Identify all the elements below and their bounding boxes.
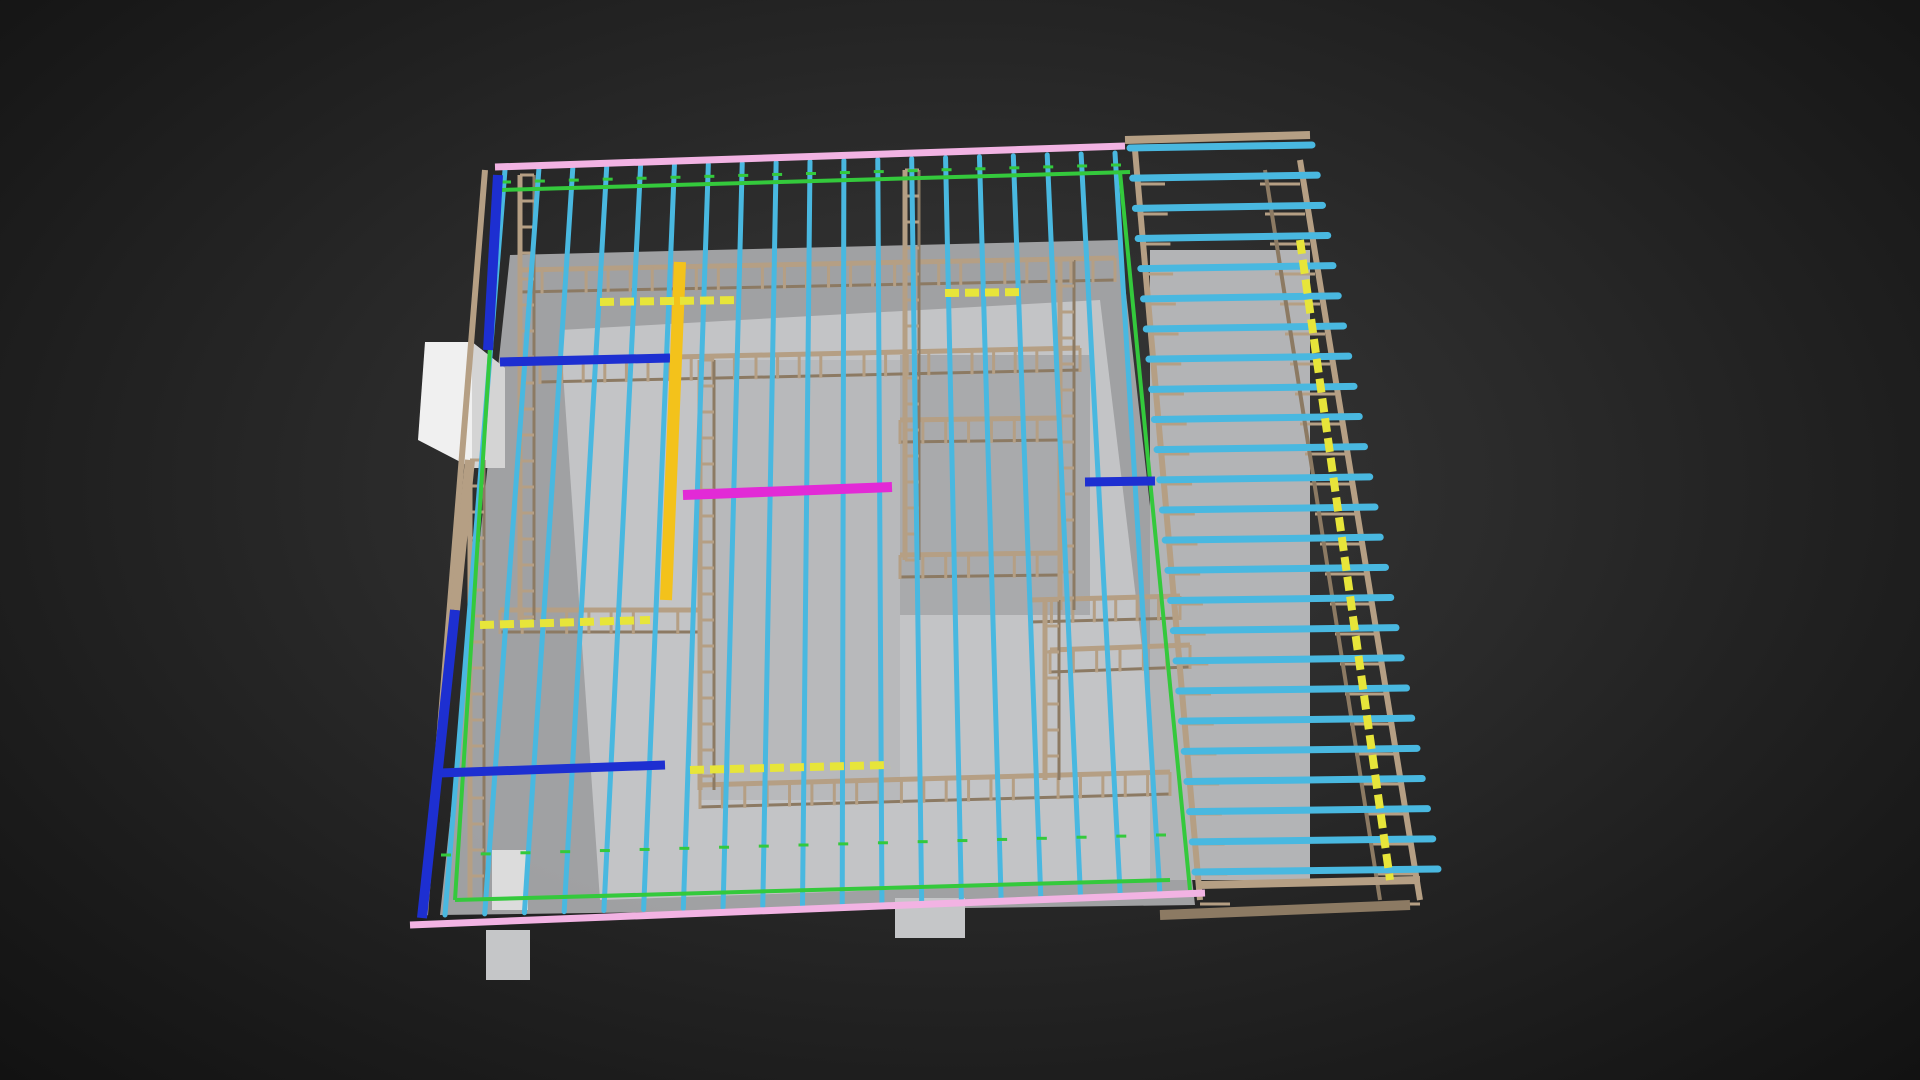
- right-bay-joist: [1140, 292, 1342, 303]
- right-bay-joist: [1188, 835, 1437, 846]
- right-bay-joist: [1156, 473, 1374, 484]
- right-bay-joist: [1167, 594, 1395, 604]
- blue-beam-center-right: [1084, 476, 1156, 487]
- right-bay-joist: [1169, 624, 1400, 635]
- right-bay-joist: [1183, 775, 1426, 785]
- blue-beam-header-upper: [499, 353, 671, 367]
- right-bay-joist: [1175, 684, 1410, 695]
- blue-beam-left-upper: [483, 174, 503, 351]
- right-bay-joist: [1134, 232, 1332, 242]
- concrete-pad-left-top: [492, 850, 528, 910]
- right-bay-joist: [1126, 141, 1316, 152]
- concrete-pad-left: [486, 930, 530, 980]
- yellow-blocking: [479, 616, 651, 629]
- right-bay-joist: [1161, 533, 1384, 544]
- right-bay-top-rim: [1124, 131, 1311, 144]
- right-bay-joist: [1159, 503, 1379, 514]
- right-wall-outer-plate: [1297, 159, 1423, 901]
- framing-model-canvas[interactable]: [0, 0, 1920, 1080]
- right-bay-joist: [1177, 714, 1416, 725]
- interior-partition-shadow-3: [1150, 250, 1310, 880]
- right-bay-joist: [1180, 744, 1421, 755]
- right-bay-bottom-rim: [1199, 876, 1421, 889]
- right-bay-joist: [1164, 563, 1389, 574]
- floor-joist: [839, 158, 847, 907]
- right-bay-sill: [1159, 900, 1411, 920]
- 3d-model-viewport[interactable]: [0, 0, 1920, 1080]
- right-bay-joist: [1129, 171, 1321, 182]
- right-bay-joist: [1131, 201, 1326, 212]
- yellow-blocking: [1296, 239, 1394, 881]
- right-bay-joist: [1172, 654, 1405, 665]
- right-bay-joist: [1191, 865, 1442, 876]
- right-bay-joist: [1186, 805, 1431, 816]
